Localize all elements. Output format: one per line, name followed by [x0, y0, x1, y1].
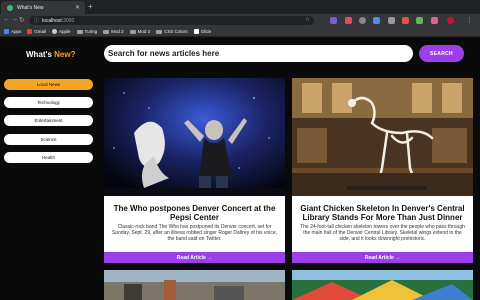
bookmark-apple[interactable]: Apple — [52, 29, 71, 34]
bookmark-star-icon[interactable]: ☆ — [305, 16, 310, 23]
read-article-link[interactable]: Read Article → — [292, 252, 473, 263]
back-icon[interactable]: ← — [3, 16, 10, 23]
new-tab-icon[interactable]: + — [88, 2, 93, 11]
article-description: The 24-foot-tall chicken skeleton towers… — [300, 224, 465, 242]
apple-icon — [52, 29, 58, 34]
extension-icon[interactable] — [359, 17, 366, 24]
extension-icon[interactable] — [388, 17, 395, 24]
forward-icon[interactable]: → — [11, 16, 18, 23]
category-science[interactable]: Science — [4, 134, 93, 145]
article-description: Classic-rock band The Who has postponed … — [112, 224, 277, 242]
bookmark-css-colors[interactable]: CSS Colors — [156, 29, 188, 34]
article-image-chicken-skeleton — [292, 78, 473, 196]
category-health[interactable]: Health — [4, 152, 93, 163]
search-input[interactable] — [104, 45, 413, 62]
article-title[interactable]: The Who postpones Denver Concert at the … — [110, 204, 279, 222]
article-card — [104, 270, 285, 300]
article-card: Giant Chicken Skeleton In Denver's Centr… — [292, 78, 473, 263]
tab-close-icon[interactable]: ✕ — [75, 4, 80, 11]
gmail-icon — [27, 29, 33, 34]
info-icon: ⓘ — [34, 18, 40, 24]
article-card: The Who postpones Denver Concert at the … — [104, 78, 285, 263]
url-port: :3000 — [61, 17, 75, 24]
bookmark-turing[interactable]: Turing — [76, 29, 97, 34]
read-article-link[interactable]: Read Article → — [104, 252, 285, 263]
folder-icon — [76, 29, 83, 34]
bookmark-glide[interactable]: Glide — [193, 29, 211, 34]
browser-tab[interactable]: What's New ✕ — [1, 1, 85, 14]
url-host: localhost — [42, 17, 62, 24]
folder-icon — [156, 29, 163, 34]
bookmarks-bar: Apps Gmail Apple Turing Mod 2 Mod 3 CSS … — [0, 27, 480, 37]
glide-icon — [193, 29, 199, 34]
search-button[interactable]: SEARCH — [419, 45, 464, 62]
browser-tabstrip: What's New ✕ + — [0, 0, 480, 14]
reload-icon[interactable]: ↻ — [19, 16, 25, 24]
category-local-news[interactable]: Local News — [4, 79, 93, 90]
category-technology[interactable]: Technology — [4, 97, 93, 108]
extension-icon[interactable] — [345, 17, 352, 24]
extension-icon[interactable] — [416, 17, 423, 24]
folder-icon — [103, 29, 110, 34]
browser-toolbar: ← → ↻ ⓘ localhost:3000 ☆ ⋮ — [0, 14, 480, 27]
address-bar[interactable]: ⓘ localhost:3000 ☆ — [29, 16, 314, 25]
apps-grid-icon — [4, 29, 9, 34]
article-image-street — [104, 270, 285, 300]
profile-avatar[interactable] — [447, 17, 454, 24]
bookmark-apps[interactable]: Apps — [4, 29, 21, 34]
folder-icon — [129, 29, 136, 34]
page: What's New? SEARCH Local News Technology… — [0, 38, 480, 300]
extension-icon[interactable] — [402, 17, 409, 24]
tab-favicon-icon — [7, 4, 13, 11]
category-entertainment[interactable]: Entertainment — [4, 115, 93, 126]
extension-icon[interactable] — [330, 17, 337, 24]
article-card — [292, 270, 473, 300]
bookmark-mod2[interactable]: Mod 2 — [103, 29, 124, 34]
menu-icon[interactable]: ⋮ — [466, 16, 473, 24]
article-title[interactable]: Giant Chicken Skeleton In Denver's Centr… — [298, 204, 467, 222]
bookmark-gmail[interactable]: Gmail — [27, 29, 46, 34]
article-image-concert — [104, 78, 285, 196]
tab-title: What's New — [17, 4, 44, 11]
extension-icon[interactable] — [431, 17, 438, 24]
article-image-mural — [292, 270, 473, 300]
extension-icon[interactable] — [373, 17, 380, 24]
brand-logo: What's New? — [26, 50, 76, 59]
bookmark-mod3[interactable]: Mod 3 — [129, 29, 150, 34]
